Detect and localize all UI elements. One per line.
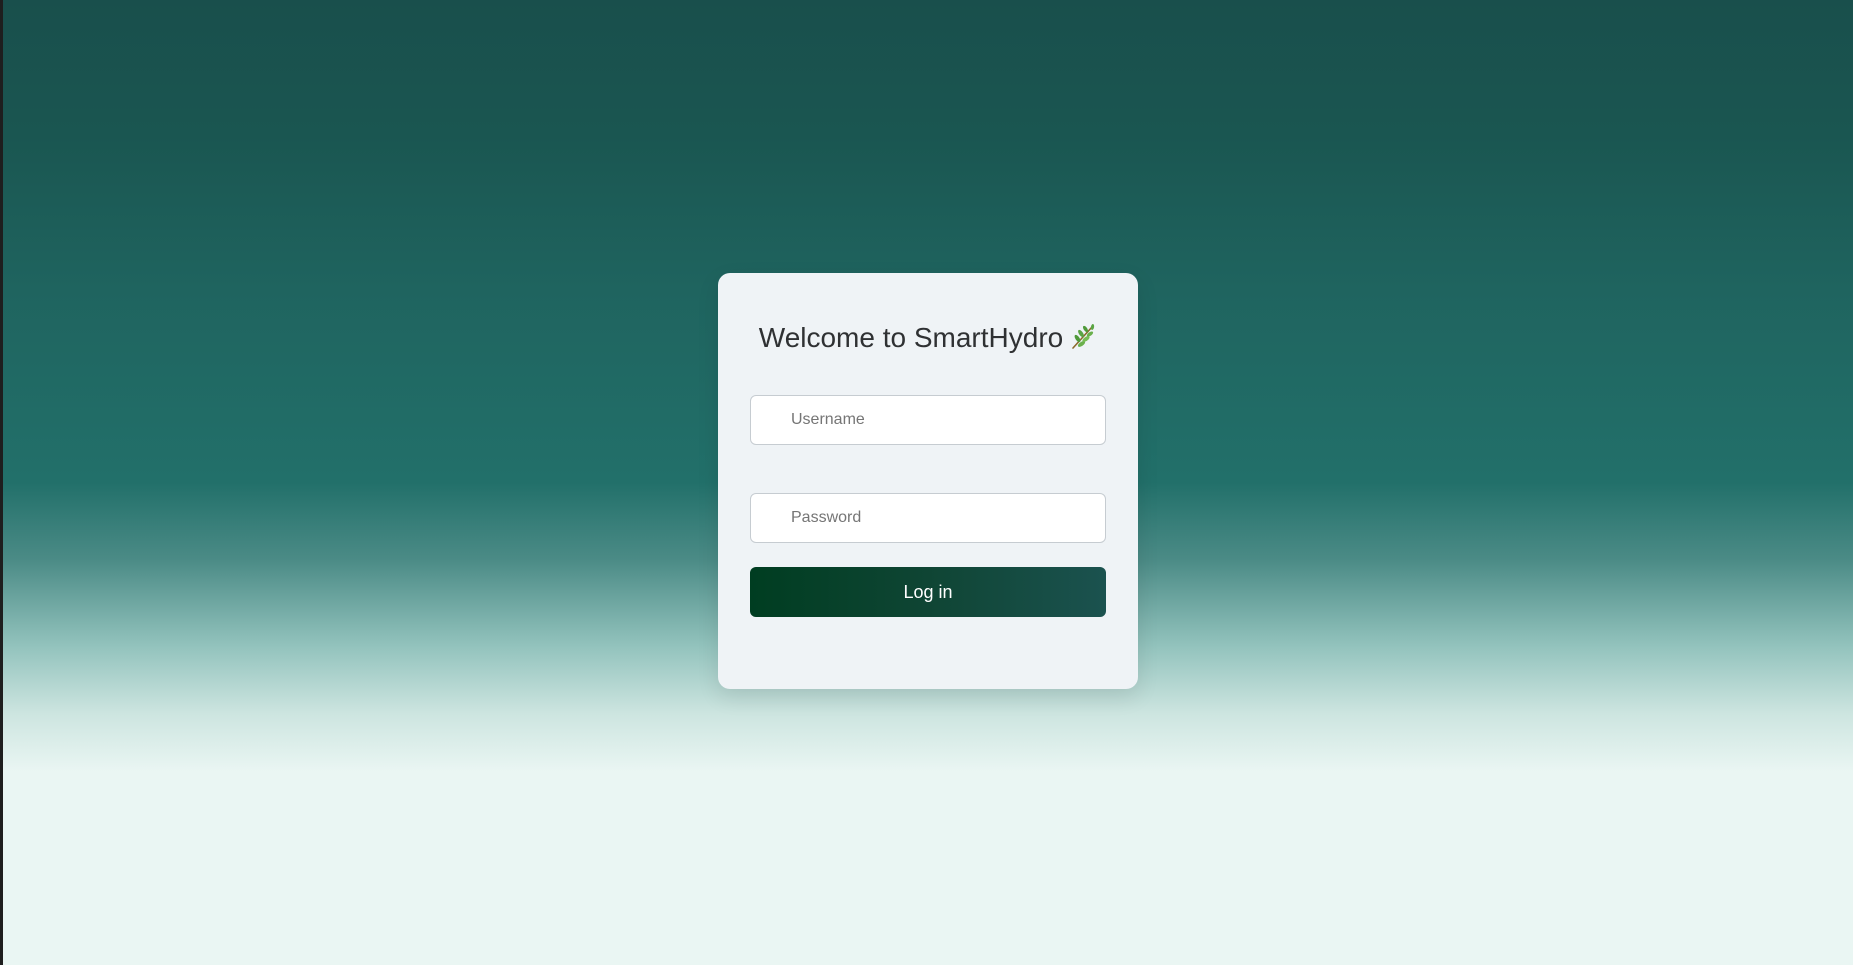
username-input[interactable] xyxy=(750,395,1106,445)
login-title: Welcome to SmartHydro xyxy=(718,321,1138,355)
password-input[interactable] xyxy=(750,493,1106,543)
window-left-border xyxy=(0,0,3,965)
login-button[interactable]: Log in xyxy=(750,567,1106,617)
login-card: Welcome to SmartHydro Log in xyxy=(718,273,1138,689)
login-title-text: Welcome to SmartHydro xyxy=(758,322,1064,353)
leaf-icon xyxy=(1072,324,1095,349)
